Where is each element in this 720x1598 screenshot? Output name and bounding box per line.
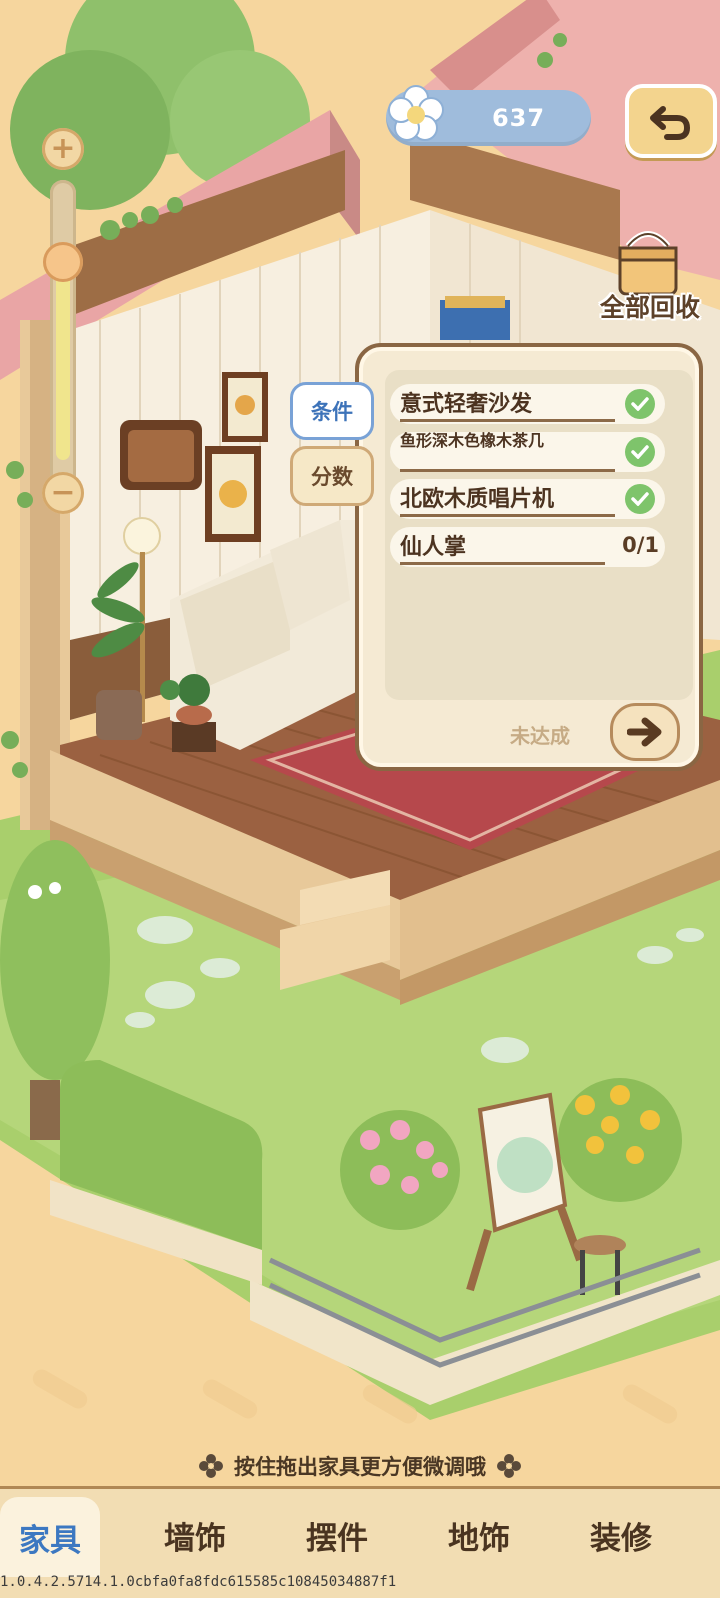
- flower-icon: [388, 85, 444, 141]
- hint-bar: 按住拖出家具更方便微调哦: [0, 1448, 720, 1484]
- quest-item: 意式轻奢沙发: [390, 384, 665, 424]
- clover-icon: [199, 1454, 223, 1478]
- tab-score-label: 分数: [311, 465, 353, 489]
- tab-renovation-label: 装修: [590, 1520, 652, 1557]
- quest-item-name: 意式轻奢沙发: [400, 386, 615, 422]
- quest-item: 北欧木质唱片机: [390, 479, 665, 519]
- quest-item-name: 鱼形深木色橡木茶几: [400, 432, 615, 472]
- hint-text: 按住拖出家具更方便微调哦: [234, 1455, 486, 1479]
- tab-renovation[interactable]: 装修: [566, 1507, 676, 1563]
- recycle-all-button[interactable]: 全部回收: [600, 228, 700, 338]
- quest-item-progress: 0/1: [622, 533, 659, 557]
- plus-icon: +: [50, 131, 76, 166]
- tab-furniture[interactable]: 家具: [0, 1497, 100, 1577]
- recycle-all-label: 全部回收: [599, 293, 700, 322]
- tab-floor-decor-label: 地饰: [448, 1520, 510, 1557]
- quest-status: 未达成: [510, 724, 570, 748]
- check-icon: [625, 437, 655, 467]
- zoom-in-button[interactable]: +: [42, 128, 84, 170]
- arrow-right-icon: [627, 717, 662, 747]
- quest-item: 鱼形深木色橡木茶几: [390, 432, 665, 472]
- tab-wall-decor[interactable]: 墙饰: [140, 1507, 250, 1563]
- tab-furniture-label: 家具: [19, 1522, 81, 1559]
- check-icon: [625, 389, 655, 419]
- quest-item-name: 仙人掌: [400, 529, 605, 565]
- quest-item: 仙人掌 0/1: [390, 527, 665, 567]
- zoom-slider-fill: [56, 260, 70, 460]
- tab-floor-decor[interactable]: 地饰: [424, 1507, 534, 1563]
- tab-ornaments-label: 摆件: [306, 1520, 368, 1557]
- tab-score[interactable]: 分数: [290, 446, 374, 506]
- tab-ornaments[interactable]: 摆件: [282, 1507, 392, 1563]
- zoom-out-button[interactable]: −: [42, 472, 84, 514]
- check-icon: [625, 484, 655, 514]
- undo-arrow-icon: [650, 106, 691, 140]
- quest-item-name: 北欧木质唱片机: [400, 481, 615, 517]
- quest-go-button[interactable]: [610, 703, 680, 761]
- version-label: 1.0.4.2.5714.1.0cbfa0fa8fdc615585c108450…: [0, 1574, 397, 1590]
- undo-button[interactable]: [625, 84, 717, 158]
- zoom-slider-handle[interactable]: [43, 242, 83, 282]
- tab-conditions-label: 条件: [311, 400, 353, 424]
- clover-icon: [497, 1454, 521, 1478]
- currency-amount: 637: [491, 104, 546, 132]
- minus-icon: −: [50, 475, 76, 510]
- tab-conditions[interactable]: 条件: [290, 382, 374, 440]
- tab-wall-decor-label: 墙饰: [164, 1520, 226, 1557]
